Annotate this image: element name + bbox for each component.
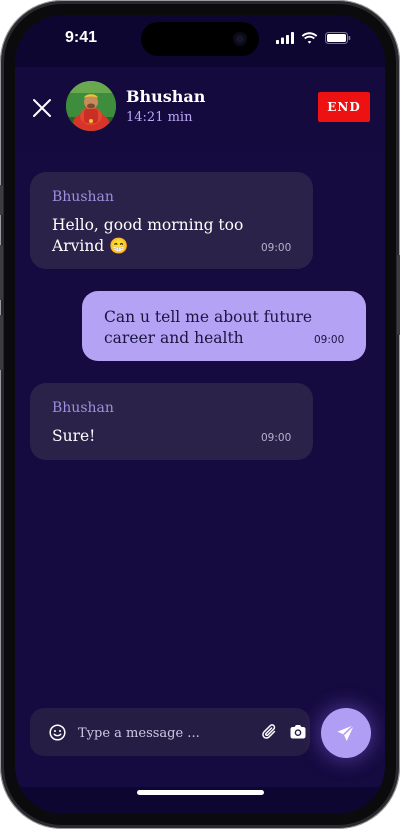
volume-up-button (0, 245, 3, 300)
message-outgoing: Can u tell me about future career and he… (82, 291, 366, 361)
contact-name: Bhushan (126, 87, 206, 106)
end-button[interactable]: END (318, 92, 370, 122)
status-time: 9:41 (65, 29, 98, 46)
close-icon (33, 99, 51, 117)
status-bar: 9:41 (15, 15, 385, 67)
message-sender: Bhushan (52, 189, 114, 205)
chat-header: Bhushan 14:21 min END (15, 67, 385, 153)
attach-button[interactable] (260, 722, 280, 742)
message-time: 09:00 (314, 334, 345, 346)
message-input[interactable] (76, 721, 242, 745)
wifi-icon (301, 32, 318, 44)
send-icon (337, 724, 355, 741)
silent-switch (0, 185, 3, 215)
dynamic-island (141, 22, 259, 56)
message-incoming: Bhushan Sure! 09:00 (30, 383, 313, 460)
message-text: Can u tell me about future career and he… (104, 308, 313, 347)
send-button[interactable] (321, 708, 371, 758)
message-text: Sure! (52, 427, 96, 445)
avatar (66, 81, 116, 131)
paperclip-icon (262, 724, 276, 739)
smiley-icon (48, 723, 66, 741)
status-icons (276, 32, 351, 44)
close-button[interactable] (29, 95, 55, 121)
message-time: 09:00 (261, 242, 292, 254)
call-duration: 14:21 min (126, 110, 193, 125)
message-sender: Bhushan (52, 400, 114, 416)
home-indicator[interactable] (137, 790, 264, 795)
message-time: 09:00 (261, 432, 292, 444)
message-incoming: Bhushan Hello, good morning too Arvind 😁… (30, 172, 313, 269)
camera-icon (290, 725, 306, 739)
camera-button[interactable] (288, 722, 308, 742)
front-camera (233, 32, 247, 46)
battery-icon (325, 32, 351, 44)
message-composer (30, 708, 310, 756)
avatar-image (66, 81, 116, 131)
volume-down-button (0, 315, 3, 370)
screen: 9:41 Bhushan 14:21 min END Bhushan Hello… (15, 15, 385, 814)
phone-frame: 9:41 Bhushan 14:21 min END Bhushan Hello… (0, 0, 400, 829)
emoji-button[interactable] (47, 722, 67, 742)
message-text: Hello, good morning too Arvind 😁 (52, 216, 244, 255)
signal-icon (276, 32, 294, 44)
